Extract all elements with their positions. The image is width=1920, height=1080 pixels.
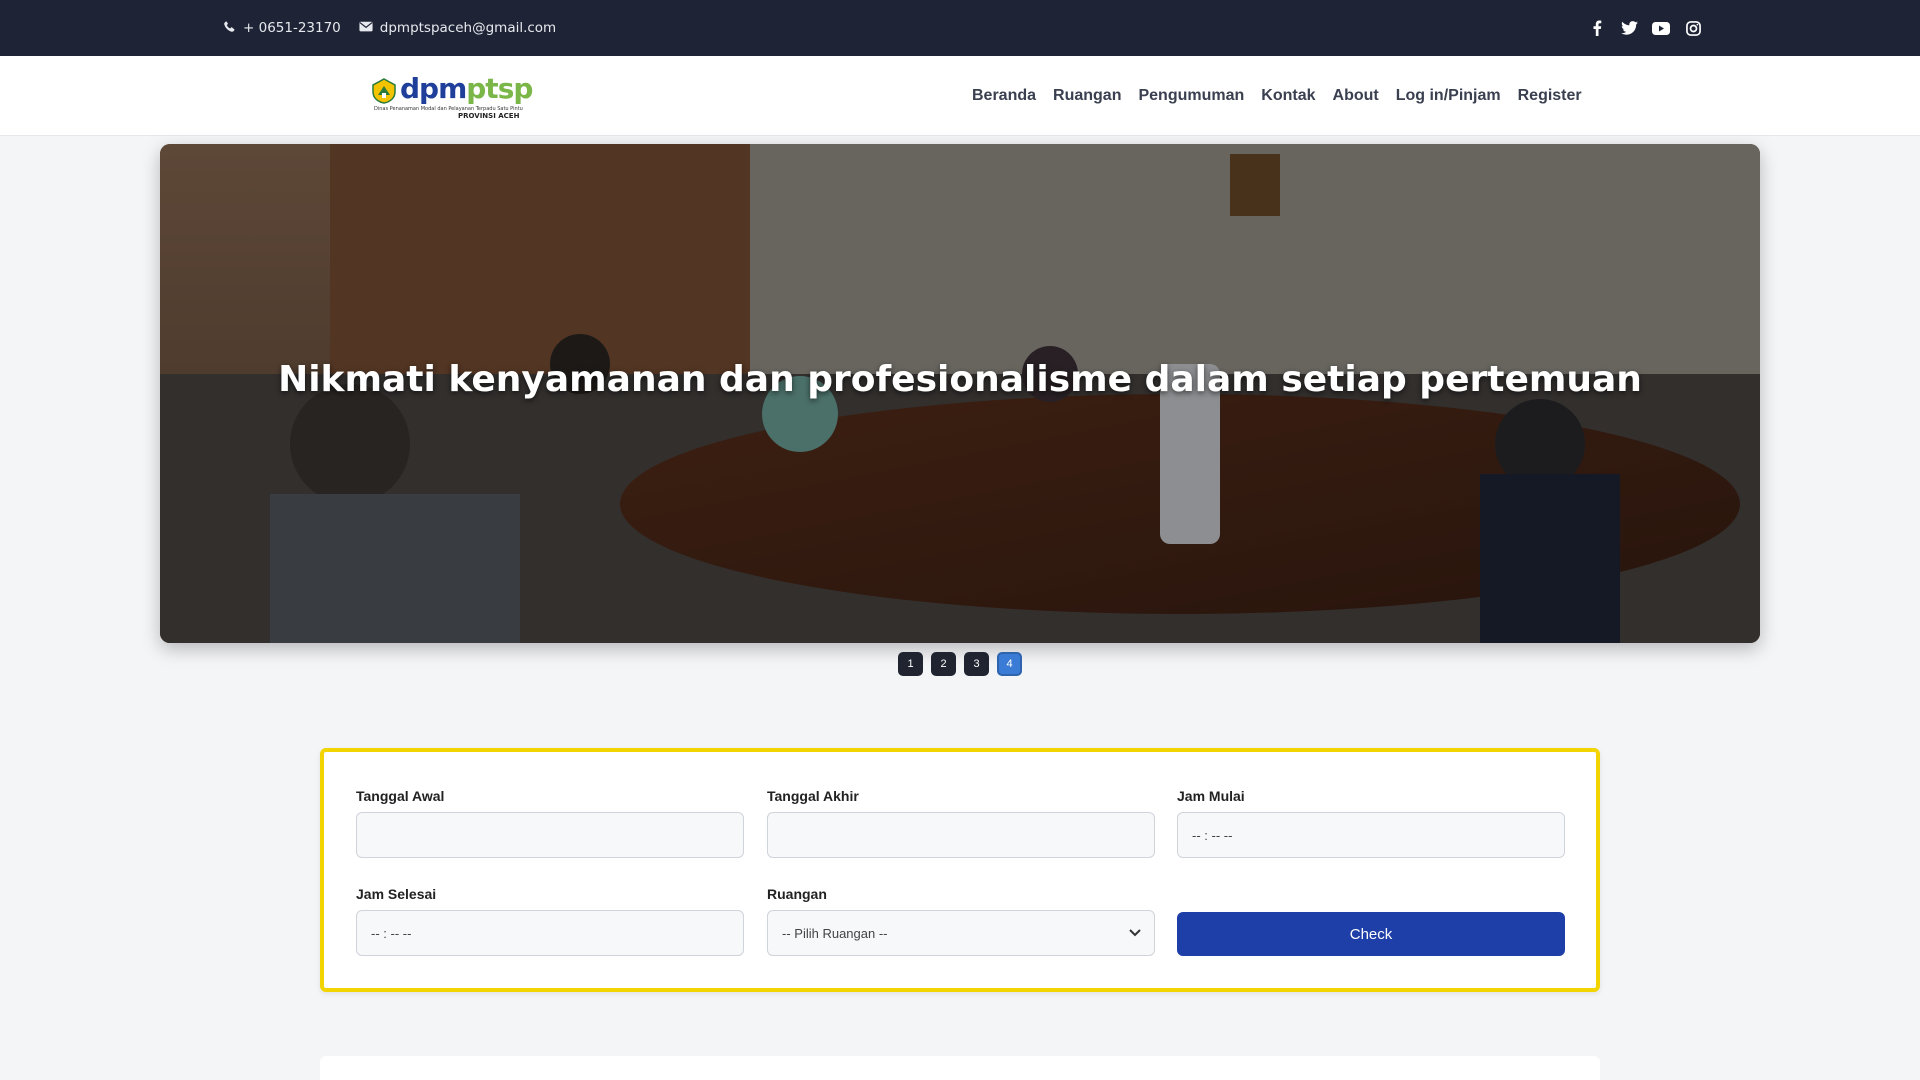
logo-region: PROVINSI ACEH <box>458 112 520 120</box>
logo-wordmark-a: dpm <box>400 72 467 105</box>
hero-caption: Nikmati kenyamanan dan profesionalisme d… <box>278 359 1642 400</box>
email-contact[interactable]: dpmptspaceh@gmail.com <box>359 20 556 36</box>
nav-login-pinjam[interactable]: Log in/Pinjam <box>1396 87 1501 105</box>
carousel-dot-2[interactable]: 2 <box>931 652 956 676</box>
youtube-icon[interactable] <box>1652 19 1670 37</box>
dpmptsp-logo[interactable]: dpmptsp Dinas Penanaman Modal dan Pelaya… <box>372 72 533 120</box>
content-card <box>320 1056 1600 1080</box>
jam-selesai-input[interactable]: -- : -- -- <box>356 910 744 956</box>
logo-wordmark: dpmptsp <box>400 72 533 106</box>
jam-mulai-input[interactable]: -- : -- -- <box>1177 812 1565 858</box>
ruangan-select[interactable]: -- Pilih Ruangan -- <box>767 910 1155 956</box>
contact-info: + 0651-23170 dpmptspaceh@gmail.com <box>223 0 556 56</box>
ruangan-selected-value: -- Pilih Ruangan -- <box>782 925 888 941</box>
email-address: dpmptspaceh@gmail.com <box>379 20 557 36</box>
nav-menu: Beranda Ruangan Pengumuman Kontak About … <box>972 56 1582 136</box>
facebook-icon[interactable] <box>1588 19 1606 37</box>
envelope-icon <box>359 20 373 36</box>
carousel-pagination: 1 2 3 4 <box>898 652 1022 676</box>
tanggal-akhir-label: Tanggal Akhir <box>767 788 859 804</box>
tanggal-awal-label: Tanggal Awal <box>356 788 445 804</box>
nav-kontak[interactable]: Kontak <box>1261 87 1315 105</box>
social-links <box>1588 0 1702 56</box>
carousel-dot-1[interactable]: 1 <box>898 652 923 676</box>
chevron-down-icon <box>1128 925 1142 942</box>
twitter-icon[interactable] <box>1620 19 1638 37</box>
ruangan-label: Ruangan <box>767 886 827 902</box>
jam-selesai-label: Jam Selesai <box>356 886 437 902</box>
tanggal-awal-input[interactable] <box>356 812 744 858</box>
instagram-icon[interactable] <box>1684 19 1702 37</box>
phone-icon <box>223 20 236 37</box>
aceh-emblem-icon <box>372 78 396 104</box>
tanggal-akhir-input[interactable] <box>767 812 1155 858</box>
hero-carousel[interactable]: Nikmati kenyamanan dan profesionalisme d… <box>160 144 1760 643</box>
phone-contact[interactable]: + 0651-23170 <box>223 20 341 37</box>
jam-mulai-label: Jam Mulai <box>1177 788 1245 804</box>
nav-about[interactable]: About <box>1333 87 1379 105</box>
nav-register[interactable]: Register <box>1518 87 1582 105</box>
phone-number: + 0651-23170 <box>243 20 341 36</box>
logo-wordmark-b: ptsp <box>466 72 533 105</box>
booking-check-form: Tanggal Awal Tanggal Akhir Jam Mulai -- … <box>320 748 1600 992</box>
carousel-dot-4[interactable]: 4 <box>997 652 1022 676</box>
main-navbar: dpmptsp Dinas Penanaman Modal dan Pelaya… <box>0 56 1920 136</box>
check-button[interactable]: Check <box>1177 912 1565 956</box>
nav-beranda[interactable]: Beranda <box>972 87 1036 105</box>
nav-pengumuman[interactable]: Pengumuman <box>1138 87 1244 105</box>
nav-ruangan[interactable]: Ruangan <box>1053 87 1121 105</box>
top-contact-bar: + 0651-23170 dpmptspaceh@gmail.com <box>0 0 1920 56</box>
carousel-dot-3[interactable]: 3 <box>964 652 989 676</box>
